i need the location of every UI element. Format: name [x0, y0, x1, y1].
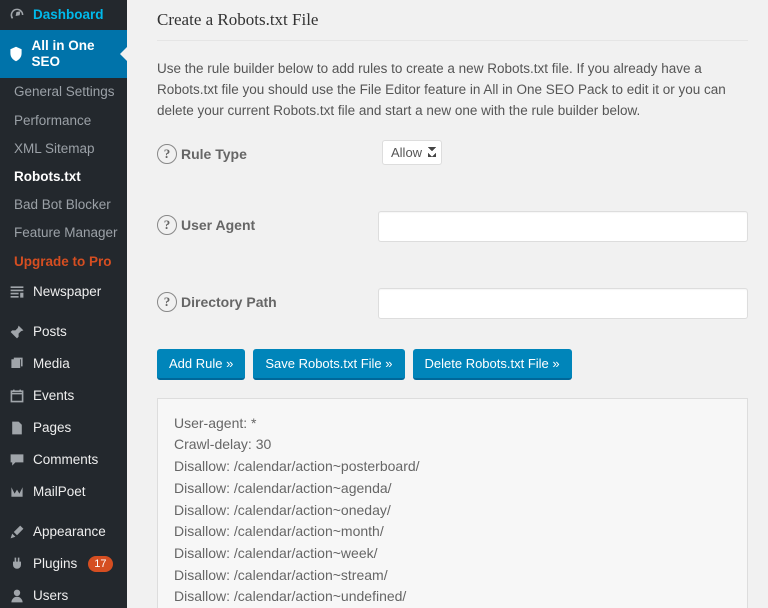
sidebar-item-plugins[interactable]: Plugins 17	[0, 548, 127, 580]
sidebar-item-dashboard[interactable]: Dashboard	[0, 0, 127, 30]
sidebar-item-newspaper[interactable]: Newspaper	[0, 276, 127, 308]
sidebar-label: Events	[33, 388, 74, 404]
sidebar-item-users[interactable]: Users	[0, 580, 127, 608]
row-rule-type: ? Rule Type Allow	[157, 140, 748, 165]
sidebar-item-aioseo[interactable]: All in One SEO	[0, 30, 127, 78]
admin-sidebar: Dashboard All in One SEO General Setting…	[0, 0, 127, 608]
page-icon	[8, 419, 26, 437]
sidebar-sub-sitemap[interactable]: XML Sitemap	[0, 135, 127, 163]
row-directory-path: ? Directory Path	[157, 288, 748, 319]
shield-icon	[8, 45, 25, 63]
plugins-update-badge: 17	[88, 556, 112, 572]
label-directory-path: Directory Path	[181, 294, 277, 310]
help-icon[interactable]: ?	[157, 215, 177, 235]
directory-path-input[interactable]	[378, 288, 748, 319]
help-icon[interactable]: ?	[157, 292, 177, 312]
sidebar-item-posts[interactable]: Posts	[0, 316, 127, 348]
sidebar-label: Plugins	[33, 556, 77, 572]
plugin-icon	[8, 555, 26, 573]
sidebar-item-comments[interactable]: Comments	[0, 444, 127, 476]
sidebar-label: Pages	[33, 420, 71, 436]
pin-icon	[8, 323, 26, 341]
panel-title: Create a Robots.txt File	[157, 4, 748, 41]
sidebar-label: Dashboard	[33, 7, 104, 23]
sidebar-sub-general[interactable]: General Settings	[0, 78, 127, 106]
newspaper-icon	[8, 283, 26, 301]
button-row: Add Rule » Save Robots.txt File » Delete…	[157, 349, 748, 380]
sidebar-sub-upgrade[interactable]: Upgrade to Pro	[0, 248, 127, 276]
sidebar-sub-performance[interactable]: Performance	[0, 107, 127, 135]
sidebar-label: Posts	[33, 324, 67, 340]
rule-type-select[interactable]: Allow	[382, 140, 442, 165]
sidebar-item-appearance[interactable]: Appearance	[0, 516, 127, 548]
sidebar-item-mailpoet[interactable]: MailPoet	[0, 476, 127, 508]
add-rule-button[interactable]: Add Rule »	[157, 349, 245, 380]
sidebar-sub-badbot[interactable]: Bad Bot Blocker	[0, 191, 127, 219]
user-icon	[8, 587, 26, 605]
help-icon[interactable]: ?	[157, 144, 177, 164]
sidebar-item-events[interactable]: Events	[0, 380, 127, 412]
robots-preview: User-agent: * Crawl-delay: 30 Disallow: …	[157, 398, 748, 608]
panel-intro: Use the rule builder below to add rules …	[157, 59, 747, 122]
sidebar-label: Comments	[33, 452, 98, 468]
sidebar-label: Users	[33, 588, 68, 604]
sidebar-label: Media	[33, 356, 70, 372]
main-panel: Create a Robots.txt File Use the rule bu…	[127, 0, 768, 608]
dashboard-icon	[8, 6, 26, 24]
save-robots-button[interactable]: Save Robots.txt File »	[253, 349, 404, 380]
delete-robots-button[interactable]: Delete Robots.txt File »	[413, 349, 572, 380]
sidebar-sub-featuremgr[interactable]: Feature Manager	[0, 219, 127, 247]
sidebar-item-pages[interactable]: Pages	[0, 412, 127, 444]
sidebar-item-media[interactable]: Media	[0, 348, 127, 380]
mailpoet-icon	[8, 483, 26, 501]
label-rule-type: Rule Type	[181, 146, 247, 162]
sidebar-label: Newspaper	[33, 284, 101, 300]
sidebar-label: MailPoet	[33, 484, 86, 500]
label-user-agent: User Agent	[181, 217, 255, 233]
user-agent-input[interactable]	[378, 211, 748, 242]
sidebar-sub-robots[interactable]: Robots.txt	[0, 163, 127, 191]
row-user-agent: ? User Agent	[157, 211, 748, 242]
media-icon	[8, 355, 26, 373]
calendar-icon	[8, 387, 26, 405]
brush-icon	[8, 523, 26, 541]
sidebar-label: Appearance	[33, 524, 106, 540]
comment-icon	[8, 451, 26, 469]
sidebar-label: All in One SEO	[32, 38, 119, 70]
